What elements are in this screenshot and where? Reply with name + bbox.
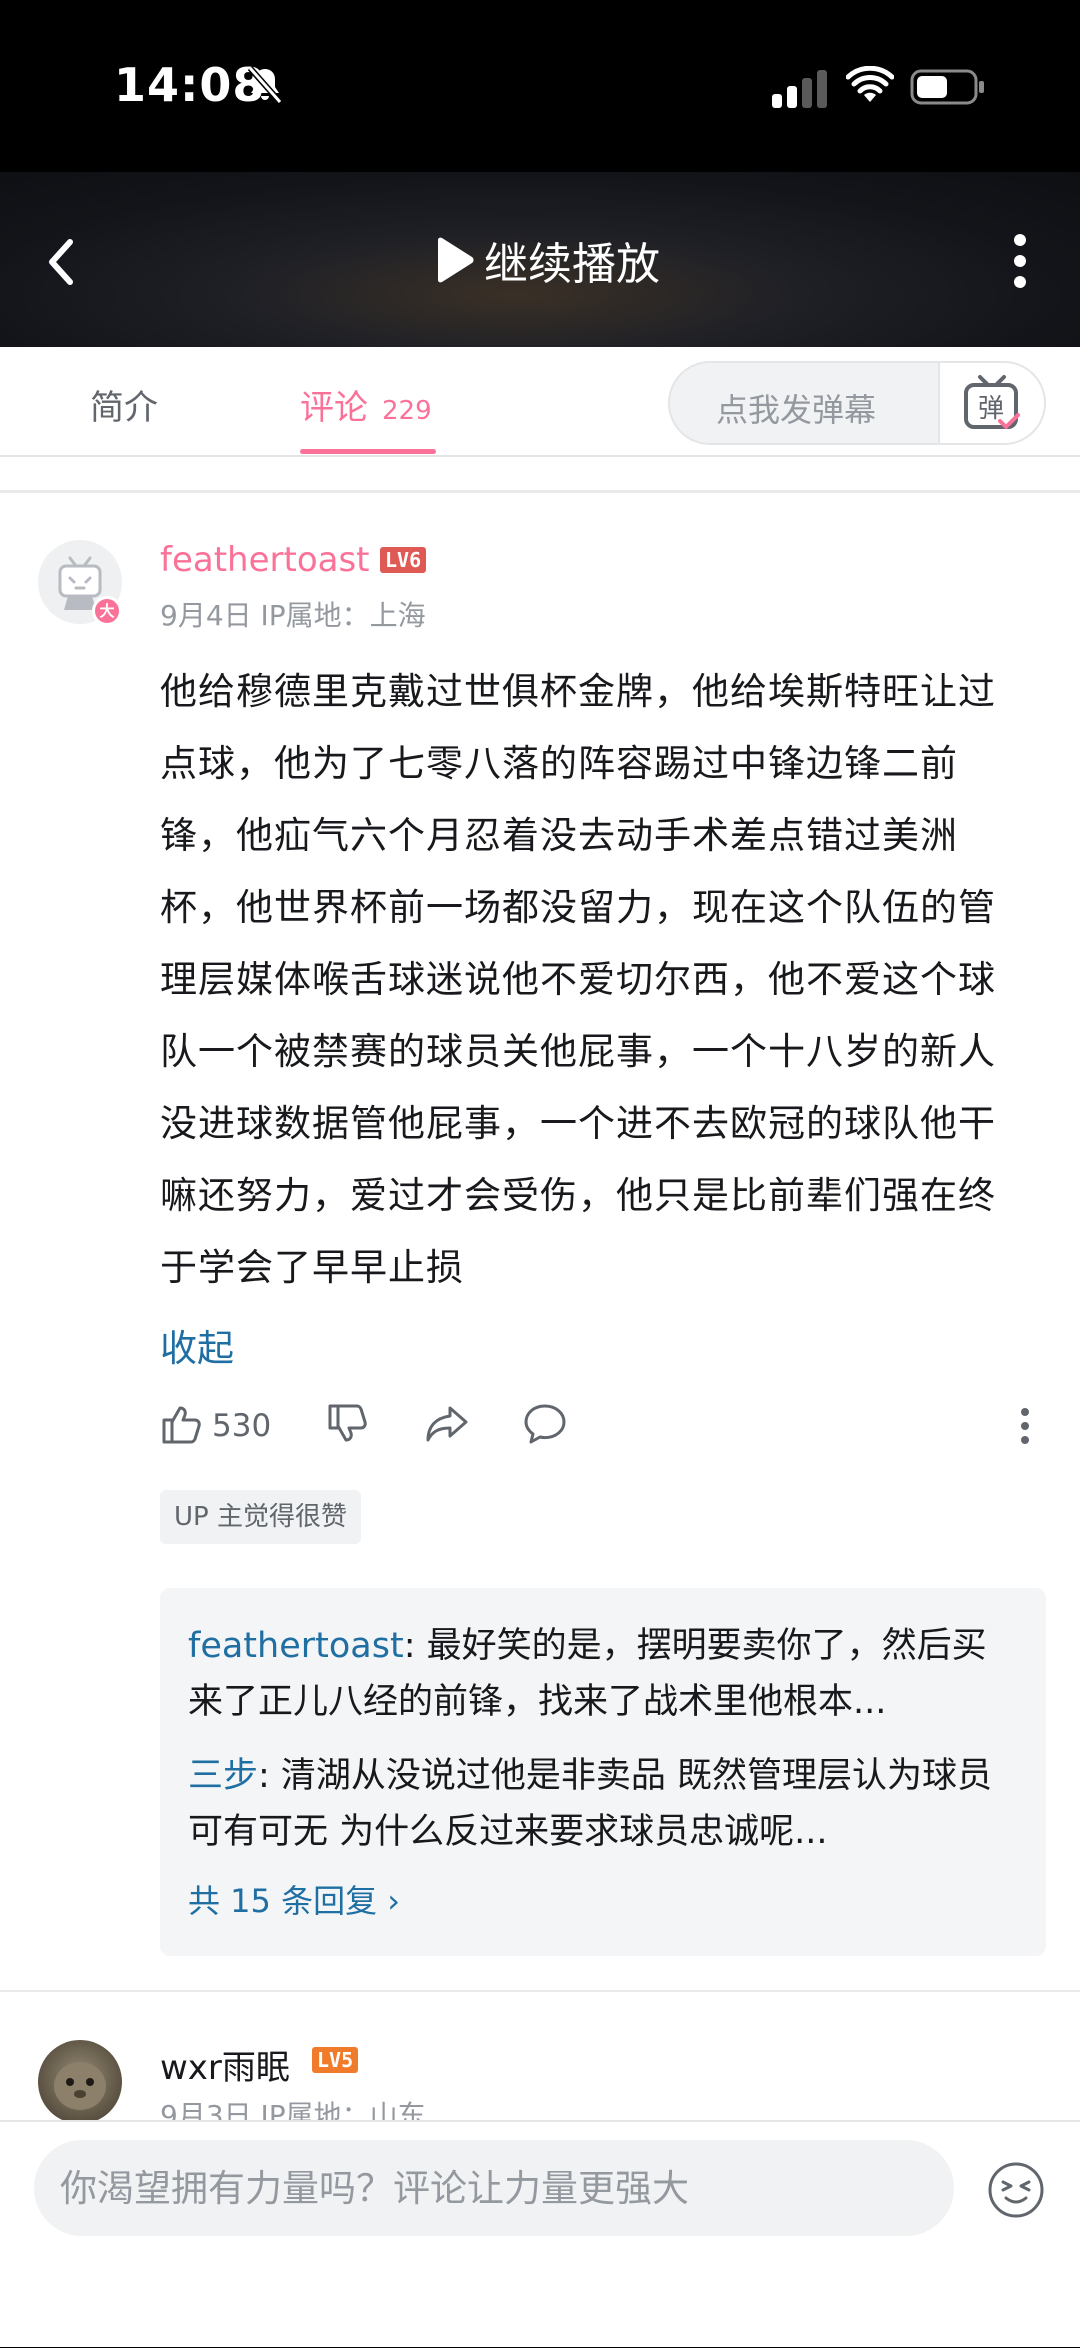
- video-player-header[interactable]: 继续播放: [0, 172, 1080, 347]
- reply-author[interactable]: feathertoast: [188, 1626, 404, 1666]
- active-tab-indicator: [300, 449, 436, 454]
- reply-item[interactable]: 三步: 清湖从没说过他是非卖品 既然管理层认为球员可有可无 为什么反过来要求球员…: [188, 1748, 1018, 1860]
- thumbs-up-icon[interactable]: [160, 1402, 204, 1446]
- comment-bubble-icon[interactable]: [522, 1402, 568, 1446]
- section-divider: [0, 490, 1080, 493]
- comment-input[interactable]: [34, 2140, 954, 2236]
- play-icon: [438, 237, 474, 283]
- reply-item[interactable]: feathertoast: 最好笑的是，摆明要卖你了，然后买来了正儿八经的前锋，…: [188, 1618, 1018, 1730]
- like-count: 530: [212, 1408, 272, 1444]
- emoji-icon[interactable]: [986, 2160, 1046, 2220]
- comment-meta: 9月4日 IP属地：上海: [160, 599, 426, 632]
- status-bar: 14:08: [0, 0, 1080, 172]
- tab-comments[interactable]: 评论 229: [300, 380, 432, 468]
- danmaku-icon: 弹: [964, 375, 1020, 429]
- tab-bar: 简介 评论 229 点我发弹幕 弹: [0, 347, 1080, 457]
- wifi-icon: [846, 66, 894, 102]
- danmaku-placeholder: 点我发弹幕: [716, 391, 877, 429]
- more-vertical-icon[interactable]: [1000, 230, 1040, 292]
- level-badge: LV5: [312, 2047, 359, 2073]
- reply-text: : 清湖从没说过他是非卖品 既然管理层认为球员可有可无 为什么反过来要求球员忠诚…: [188, 1756, 993, 1852]
- danmaku-toggle-button[interactable]: 弹: [938, 363, 1044, 443]
- share-icon[interactable]: [424, 1402, 470, 1446]
- more-options-icon[interactable]: [1018, 1406, 1032, 1446]
- comment-actions: 530: [160, 1400, 1040, 1450]
- comment-username[interactable]: wxr雨眠: [160, 2040, 290, 2089]
- vip-badge: 大: [92, 596, 122, 626]
- tab-intro[interactable]: 简介: [90, 380, 158, 429]
- back-chevron-icon[interactable]: [40, 232, 84, 292]
- reply-author[interactable]: 三步: [188, 1756, 258, 1796]
- continue-play-label: 继续播放: [484, 239, 660, 290]
- comment-input-bar: [0, 2120, 1080, 2348]
- comment-username[interactable]: feathertoast: [160, 540, 370, 580]
- thumbs-down-icon[interactable]: [326, 1402, 370, 1446]
- collapse-link[interactable]: 收起: [160, 1318, 234, 1372]
- cat-photo-icon: [54, 2062, 106, 2110]
- avatar[interactable]: [38, 2040, 122, 2124]
- up-liked-tag: UP 主觉得很赞: [160, 1490, 361, 1544]
- comment-divider: [0, 1990, 1080, 1992]
- level-badge: LV6: [380, 547, 427, 573]
- view-all-replies-link[interactable]: 共 15 条回复 ›: [188, 1876, 400, 1922]
- continue-play-button[interactable]: 继续播放: [432, 222, 660, 298]
- comment-body: 他给穆德里克戴过世俱杯金牌，他给埃斯特旺让过点球，他为了七零八落的阵容踢过中锋边…: [160, 670, 996, 1289]
- tab-comments-count: 229: [382, 396, 432, 426]
- status-time: 14:08: [114, 58, 266, 112]
- tab-comments-label: 评论: [300, 388, 368, 428]
- cellular-signal-icon: [772, 70, 827, 108]
- bell-slash-icon: [247, 66, 283, 104]
- reply-preview-box[interactable]: feathertoast: 最好笑的是，摆明要卖你了，然后买来了正儿八经的前锋，…: [160, 1588, 1046, 1956]
- battery-icon: [910, 69, 984, 105]
- danmaku-input[interactable]: 点我发弹幕 弹: [668, 361, 1046, 445]
